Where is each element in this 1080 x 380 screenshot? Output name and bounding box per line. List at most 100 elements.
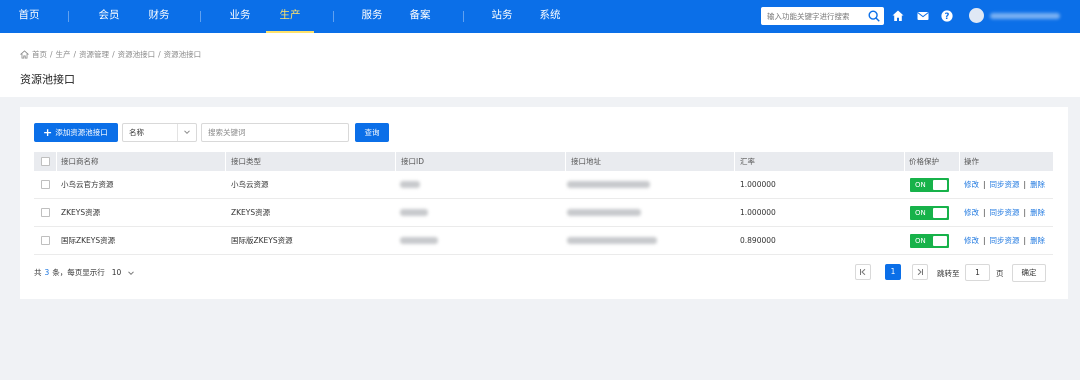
toggle-knob [933, 235, 947, 246]
first-page-button[interactable] [855, 264, 871, 280]
header-name: 接口商名称 [61, 157, 99, 166]
header-id: 接口ID [401, 157, 424, 166]
row-type: 小鸟云资源 [231, 180, 269, 189]
global-search-input[interactable] [761, 7, 865, 25]
select-all-checkbox[interactable] [41, 157, 50, 166]
total-suffix: 条，每页显示行 [52, 268, 105, 277]
nav-item-production[interactable]: 生产 [266, 0, 314, 33]
nav-item-business[interactable]: 业务 [225, 0, 255, 33]
page-unit: 页 [996, 269, 1004, 278]
breadcrumb: 首页 / 生产 / 资源管理 / 资源池接口 / 资源池接口 [20, 49, 201, 60]
row-ops: 修改 | 同步资源 | 删除 [964, 199, 1045, 226]
total-number: 3 [44, 268, 50, 277]
breadcrumb-separator: / [50, 50, 53, 59]
ops-separator: | [983, 180, 986, 189]
breadcrumb-separator: / [158, 50, 161, 59]
header-cell-select [41, 152, 50, 171]
edit-link[interactable]: 修改 [964, 207, 979, 218]
delete-link[interactable]: 删除 [1030, 235, 1045, 246]
goto-page-input[interactable] [965, 264, 990, 281]
price-protect-toggle[interactable]: ON [910, 233, 949, 248]
nav-item-system[interactable]: 系统 [535, 0, 565, 33]
last-page-button[interactable] [912, 264, 928, 280]
row-checkbox[interactable] [41, 236, 50, 245]
header-divider [734, 152, 735, 171]
nav-divider [68, 11, 69, 22]
row-id-redacted [400, 171, 420, 198]
total-count: 共 3 条，每页显示行 10 [34, 267, 135, 278]
sync-link[interactable]: 同步资源 [990, 235, 1020, 246]
search-icon[interactable] [867, 9, 881, 23]
nav-item-service[interactable]: 服务 [357, 0, 387, 33]
username-redacted[interactable] [990, 13, 1060, 19]
row-name: 小鸟云官方资源 [61, 180, 114, 189]
edit-link[interactable]: 修改 [964, 179, 979, 190]
delete-link[interactable]: 删除 [1030, 179, 1045, 190]
confirm-button[interactable]: 确定 [1012, 264, 1046, 282]
ops-separator: | [983, 208, 986, 217]
add-interface-label: 添加资源池接口 [55, 128, 108, 137]
row-type: ZKEYS资源 [231, 208, 271, 217]
toggle-label: ON [915, 236, 926, 245]
row-checkbox[interactable] [41, 208, 50, 217]
nav-item-member[interactable]: 会员 [94, 0, 124, 33]
delete-link[interactable]: 删除 [1030, 207, 1045, 218]
row-price-protect-cell: ON [910, 227, 949, 254]
search-field-select[interactable]: 名称 [122, 123, 197, 142]
select-arrow[interactable] [177, 124, 196, 141]
toggle-knob [933, 207, 947, 218]
help-icon[interactable]: ? [940, 9, 954, 23]
edit-link[interactable]: 修改 [964, 235, 979, 246]
nav-item-home[interactable]: 首页 [12, 0, 46, 33]
row-price-protect-cell: ON [910, 199, 949, 226]
nav-item-site[interactable]: 站务 [487, 0, 517, 33]
nav-divider [463, 11, 464, 22]
row-address-redacted [567, 199, 641, 226]
goto-label: 跳转至 [937, 269, 960, 278]
avatar[interactable] [969, 8, 984, 23]
header-divider [225, 152, 226, 171]
interface-table: 接口商名称 接口类型 接口ID 接口地址 汇率 价格保护 操作 小鸟云官方资源 … [34, 152, 1053, 255]
row-ops: 修改 | 同步资源 | 删除 [964, 227, 1045, 254]
nav-item-finance[interactable]: 财务 [144, 0, 174, 33]
header-address: 接口地址 [571, 157, 601, 166]
ops-separator: | [1023, 208, 1027, 217]
row-checkbox[interactable] [41, 180, 50, 189]
page-number-button[interactable]: 1 [885, 264, 901, 280]
sync-link[interactable]: 同步资源 [990, 179, 1020, 190]
toggle-label: ON [915, 208, 926, 217]
breadcrumb-resource-mgmt[interactable]: 资源管理 [79, 49, 109, 60]
home-icon[interactable] [20, 50, 29, 59]
row-select-cell [41, 171, 50, 198]
query-button[interactable]: 查询 [355, 123, 389, 142]
header-type: 接口类型 [231, 157, 261, 166]
mail-icon[interactable] [916, 9, 930, 23]
nav-divider [200, 11, 201, 22]
breadcrumb-pool-interface[interactable]: 资源池接口 [118, 49, 156, 60]
breadcrumb-home[interactable]: 首页 [32, 49, 47, 60]
nav-item-filing[interactable]: 备案 [405, 0, 435, 33]
keyword-input[interactable] [201, 123, 349, 142]
price-protect-toggle[interactable]: ON [910, 177, 949, 192]
row-address-redacted [567, 171, 650, 198]
breadcrumb-production[interactable]: 生产 [56, 49, 71, 60]
header-divider [959, 152, 960, 171]
row-select-cell [41, 227, 50, 254]
row-rate: 0.890000 [740, 236, 776, 245]
row-type: 国际版ZKEYS资源 [231, 236, 293, 245]
row-select-cell [41, 199, 50, 226]
row-price-protect-cell: ON [910, 171, 949, 198]
chevron-down-icon [128, 270, 135, 275]
page-header: 首页 / 生产 / 资源管理 / 资源池接口 / 资源池接口 资源池接口 [0, 33, 1080, 97]
sync-link[interactable]: 同步资源 [990, 207, 1020, 218]
add-interface-button[interactable]: + 添加资源池接口 [34, 123, 118, 142]
toggle-label: ON [915, 180, 926, 189]
page-size-select[interactable]: 10 [112, 268, 136, 277]
row-rate: 1.000000 [740, 180, 776, 189]
price-protect-toggle[interactable]: ON [910, 205, 949, 220]
page-title: 资源池接口 [20, 73, 75, 86]
home-icon[interactable] [891, 9, 905, 23]
chevron-down-icon [184, 130, 190, 135]
row-id-redacted [400, 227, 438, 254]
row-address-redacted [567, 227, 657, 254]
